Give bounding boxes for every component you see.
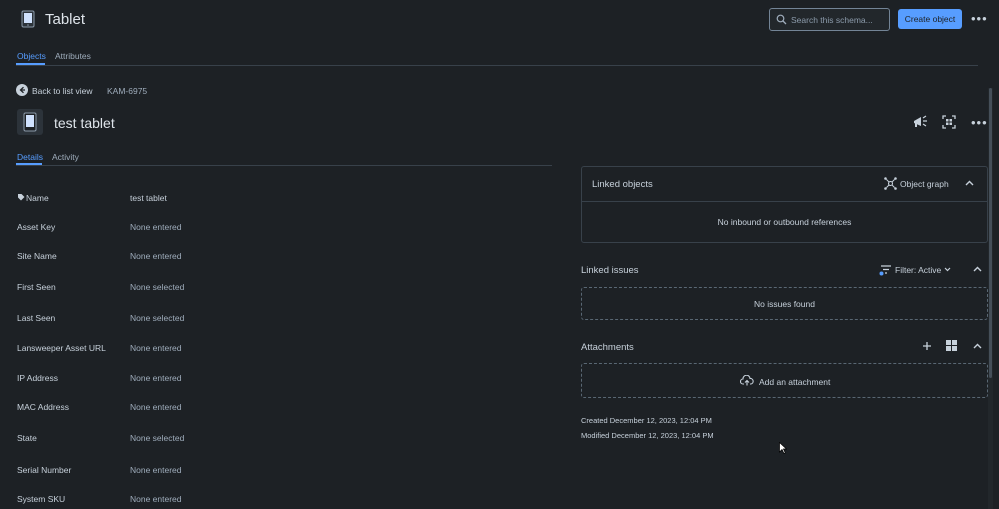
attr-label-ip-address: IP Address [17, 373, 58, 383]
tabs-divider [16, 65, 978, 66]
scrollbar-thumb[interactable] [989, 88, 992, 378]
attr-label-mac-address: MAC Address [17, 402, 69, 412]
attr-value-asset-key[interactable]: None entered [130, 222, 182, 232]
tab-objects[interactable]: Objects [17, 51, 46, 61]
attr-label-first-seen: First Seen [17, 282, 56, 292]
linked-objects-title: Linked objects [592, 179, 653, 190]
object-key: KAM-6975 [107, 86, 148, 96]
attr-value-first-seen[interactable]: None selected [130, 282, 184, 292]
back-to-list-link[interactable]: Back to list view [32, 86, 92, 96]
attr-value-serial-number[interactable]: None entered [130, 465, 182, 475]
attr-value-state[interactable]: None selected [130, 433, 184, 443]
detail-tabs-divider [16, 165, 552, 166]
attr-label-name: Name [26, 193, 49, 203]
linked-objects-empty: No inbound or outbound references [717, 216, 852, 227]
attr-label-lansweeper-url: Lansweeper Asset URL [17, 343, 106, 353]
chevron-down-icon[interactable] [944, 267, 951, 272]
page-title: Tablet [45, 11, 86, 28]
mouse-cursor-icon [779, 442, 787, 454]
attr-value-name[interactable]: test tablet [130, 193, 167, 203]
create-object-button[interactable]: Create object [898, 9, 962, 29]
attr-label-last-seen: Last Seen [17, 313, 56, 323]
attr-value-last-seen[interactable]: None selected [130, 313, 184, 323]
feedback-megaphone-icon[interactable] [912, 115, 928, 129]
object-tablet-icon [17, 109, 43, 135]
tab-details[interactable]: Details [17, 152, 43, 162]
modified-timestamp: Modified December 12, 2023, 12:04 PM [581, 431, 714, 440]
add-attachment-plus-icon[interactable] [922, 341, 932, 351]
tablet-icon [20, 10, 36, 28]
filter-active-dropdown[interactable]: Filter: Active [895, 265, 941, 275]
grid-view-icon[interactable] [946, 340, 957, 351]
attr-value-mac-address[interactable]: None entered [130, 402, 182, 412]
attr-label-state: State [17, 433, 37, 443]
add-attachment-label: Add an attachment [759, 377, 831, 387]
object-graph-icon[interactable] [884, 177, 897, 190]
collapse-linked-issues-chevron-up-icon[interactable] [973, 266, 982, 272]
object-graph-button[interactable]: Object graph [900, 179, 949, 189]
linked-issues-title: Linked issues [581, 265, 639, 276]
attr-label-site-name: Site Name [17, 251, 57, 261]
created-timestamp: Created December 12, 2023, 12:04 PM [581, 416, 712, 425]
collapse-linked-objects-chevron-up-icon[interactable] [965, 180, 974, 186]
attachment-dropzone[interactable]: Add an attachment [581, 363, 988, 398]
collapse-attachments-chevron-up-icon[interactable] [973, 343, 982, 349]
linked-issues-empty: No issues found [581, 287, 988, 320]
attr-label-system-sku: System SKU [17, 494, 66, 504]
qr-scan-icon[interactable] [942, 115, 956, 129]
tab-activity[interactable]: Activity [52, 152, 79, 162]
header-more-button[interactable]: ••• [971, 11, 988, 26]
name-tag-icon [17, 193, 25, 201]
attachments-title: Attachments [581, 342, 634, 353]
attr-value-site-name[interactable]: None entered [130, 251, 182, 261]
attr-value-lansweeper-url[interactable]: None entered [130, 343, 182, 353]
object-name: test tablet [54, 115, 115, 131]
tab-attributes[interactable]: Attributes [55, 51, 91, 61]
filter-icon[interactable] [879, 264, 892, 276]
back-arrow-icon[interactable] [16, 84, 28, 96]
cloud-upload-icon [740, 375, 754, 386]
attr-value-ip-address[interactable]: None entered [130, 373, 182, 383]
search-input[interactable] [791, 13, 887, 27]
attr-label-asset-key: Asset Key [17, 222, 56, 232]
search-icon [776, 14, 787, 25]
search-box[interactable] [769, 8, 890, 31]
attr-value-system-sku[interactable]: None entered [130, 494, 182, 504]
object-more-button[interactable]: ••• [971, 115, 988, 130]
attr-label-serial-number: Serial Number [17, 465, 72, 475]
